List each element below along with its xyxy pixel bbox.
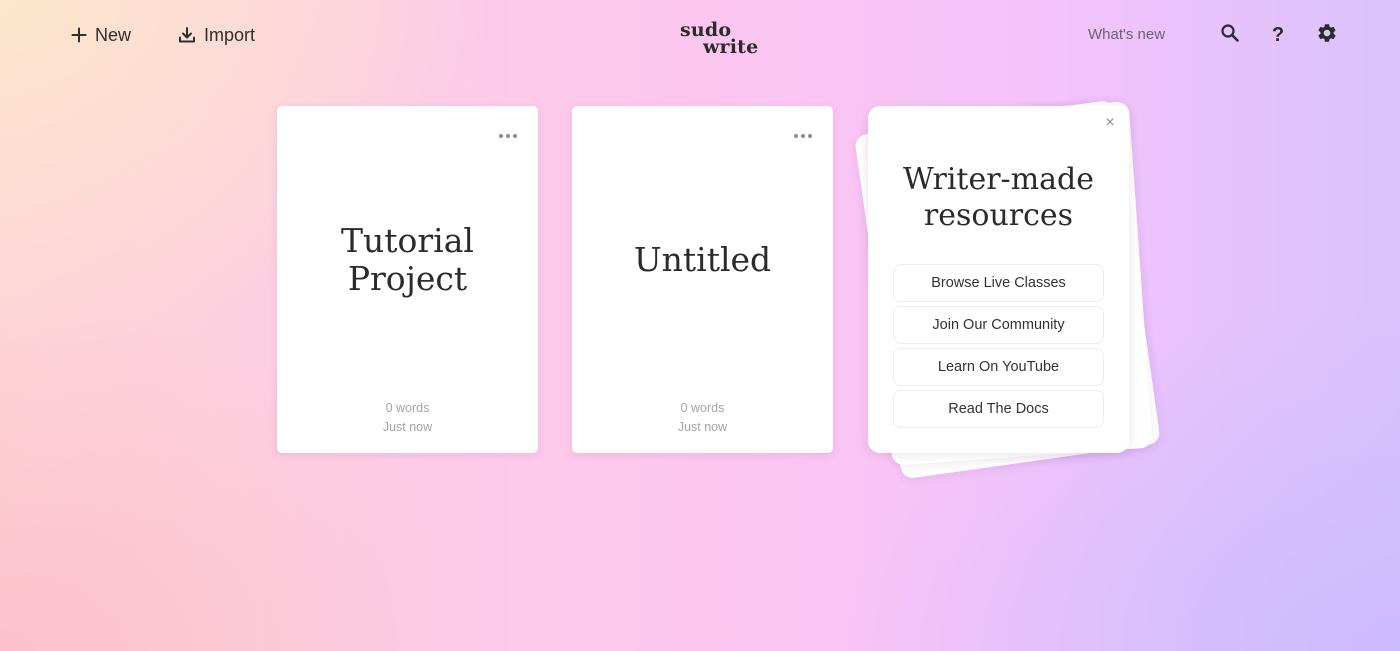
project-meta: 0 words Just now [572,399,833,437]
project-updated: Just now [677,420,728,434]
logo-line-2: write [703,36,759,58]
learn-youtube-button[interactable]: Learn On YouTube [893,348,1104,386]
help-button[interactable]: ? [1265,22,1291,48]
import-label: Import [204,24,256,45]
project-card[interactable]: Tutorial Project 0 words Just now [277,106,538,453]
read-docs-button[interactable]: Read The Docs [893,390,1104,428]
project-word-count: 0 words [680,401,725,415]
resources-card: × Writer-made resources Browse Live Clas… [868,106,1129,453]
question-mark-icon: ? [1271,23,1285,46]
join-community-button[interactable]: Join Our Community [893,306,1104,344]
download-icon [178,26,196,44]
search-icon [1220,23,1240,48]
project-title: Tutorial Project [341,220,474,298]
import-button[interactable]: Import [178,22,255,48]
close-icon[interactable]: × [1101,114,1119,132]
new-project-label: New [95,24,132,45]
whats-new-link[interactable]: What's new [1088,26,1165,43]
gear-icon [1316,22,1338,49]
plus-icon [71,27,87,43]
project-updated: Just now [382,420,433,434]
top-bar: New Import sudo write What's new ? [0,0,1400,70]
new-project-button[interactable]: New [71,22,131,48]
project-title: Untitled [633,239,772,279]
settings-button[interactable] [1314,22,1340,48]
browse-live-classes-button[interactable]: Browse Live Classes [893,264,1104,302]
sudowrite-logo[interactable]: sudo write [680,21,760,58]
resources-title: Writer-made resources [902,162,1094,233]
project-word-count: 0 words [385,401,430,415]
project-meta: 0 words Just now [277,399,538,437]
project-card[interactable]: Untitled 0 words Just now [572,106,833,453]
search-button[interactable] [1217,22,1243,48]
